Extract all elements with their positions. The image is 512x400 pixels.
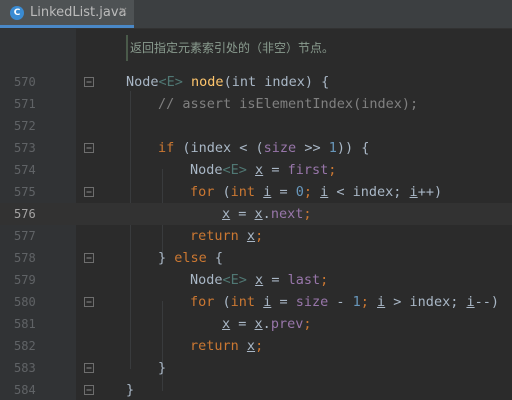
code-text: return x; bbox=[190, 228, 264, 244]
line-number: 571 bbox=[14, 97, 36, 111]
code-line: 581 x = x.prev; bbox=[0, 313, 512, 335]
code-text: x = x.prev; bbox=[222, 316, 312, 332]
doc-comment-bar bbox=[126, 35, 128, 61]
line-number: 581 bbox=[14, 317, 36, 331]
code-text: } bbox=[158, 360, 167, 376]
line-number: 579 bbox=[14, 273, 36, 287]
fold-expand-end-icon[interactable] bbox=[84, 363, 94, 373]
fold-collapse-icon[interactable] bbox=[84, 253, 94, 263]
line-number: 575 bbox=[14, 185, 36, 199]
fold-collapse-icon[interactable] bbox=[84, 297, 94, 307]
code-line: 571 // assert isElementIndex(index); bbox=[0, 93, 512, 115]
tab-label: LinkedList.java bbox=[30, 5, 127, 20]
code-text: if (index < (size >> 1)) { bbox=[158, 140, 370, 156]
tab-linkedlist-java[interactable]: C LinkedList.java × bbox=[0, 0, 134, 28]
code-line: 569 bbox=[0, 29, 512, 35]
line-number: 577 bbox=[14, 229, 36, 243]
fold-expand-end-icon[interactable] bbox=[84, 385, 94, 395]
line-number: 582 bbox=[14, 339, 36, 353]
code-line: 579 Node<E> x = last; bbox=[0, 269, 512, 291]
line-number: 570 bbox=[14, 75, 36, 89]
code-comment: // assert isElementIndex(index); bbox=[158, 96, 419, 112]
code-line-current: 576 x = x.next; bbox=[0, 203, 512, 225]
code-line: 580 for (int i = size - 1; i > index; i-… bbox=[0, 291, 512, 313]
code-line: 572 bbox=[0, 115, 512, 137]
code-text: } bbox=[126, 382, 135, 398]
line-number: 583 bbox=[14, 361, 36, 375]
code-line: 583 } bbox=[0, 357, 512, 379]
code-text: return x; bbox=[190, 338, 264, 354]
code-line: 582 return x; bbox=[0, 335, 512, 357]
fold-collapse-icon[interactable] bbox=[84, 77, 94, 87]
code-line: 584 } bbox=[0, 379, 512, 400]
editor-tab-bar: C LinkedList.java × bbox=[0, 0, 512, 29]
code-line: 575 for (int i = 0; i < index; i++) bbox=[0, 181, 512, 203]
code-line: 573 if (index < (size >> 1)) { bbox=[0, 137, 512, 159]
doc-comment: 返回指定元素索引处的（非空）节点。 bbox=[130, 41, 335, 55]
line-number: 576 bbox=[14, 207, 36, 221]
line-number: 569 bbox=[14, 29, 54, 35]
close-icon[interactable]: × bbox=[118, 4, 128, 18]
java-class-icon: C bbox=[10, 6, 24, 20]
line-number: 574 bbox=[14, 163, 36, 177]
fold-collapse-icon[interactable] bbox=[84, 187, 94, 197]
code-text: for (int i = 0; i < index; i++) bbox=[190, 184, 443, 200]
code-editor[interactable]: 569 返回指定元素索引处的（非空）节点。 570 Node<E> node(i… bbox=[0, 29, 512, 400]
code-line: 578 } else { bbox=[0, 247, 512, 269]
code-line: 570 Node<E> node(int index) { bbox=[0, 71, 512, 93]
line-number: 573 bbox=[14, 141, 36, 155]
code-text: Node<E> node(int index) { bbox=[126, 74, 330, 90]
code-text: Node<E> x = last; bbox=[190, 272, 329, 288]
code-text: Node<E> x = first; bbox=[190, 162, 337, 178]
line-number: 584 bbox=[14, 383, 36, 397]
code-text: } else { bbox=[158, 250, 224, 266]
code-line: 577 return x; bbox=[0, 225, 512, 247]
line-number: 580 bbox=[14, 295, 36, 309]
line-number: 572 bbox=[14, 119, 36, 133]
code-line: 574 Node<E> x = first; bbox=[0, 159, 512, 181]
fold-collapse-icon[interactable] bbox=[84, 143, 94, 153]
code-text: for (int i = size - 1; i > index; i--) bbox=[190, 294, 499, 310]
code-text: x = x.next; bbox=[222, 206, 312, 222]
line-number: 578 bbox=[14, 251, 36, 265]
